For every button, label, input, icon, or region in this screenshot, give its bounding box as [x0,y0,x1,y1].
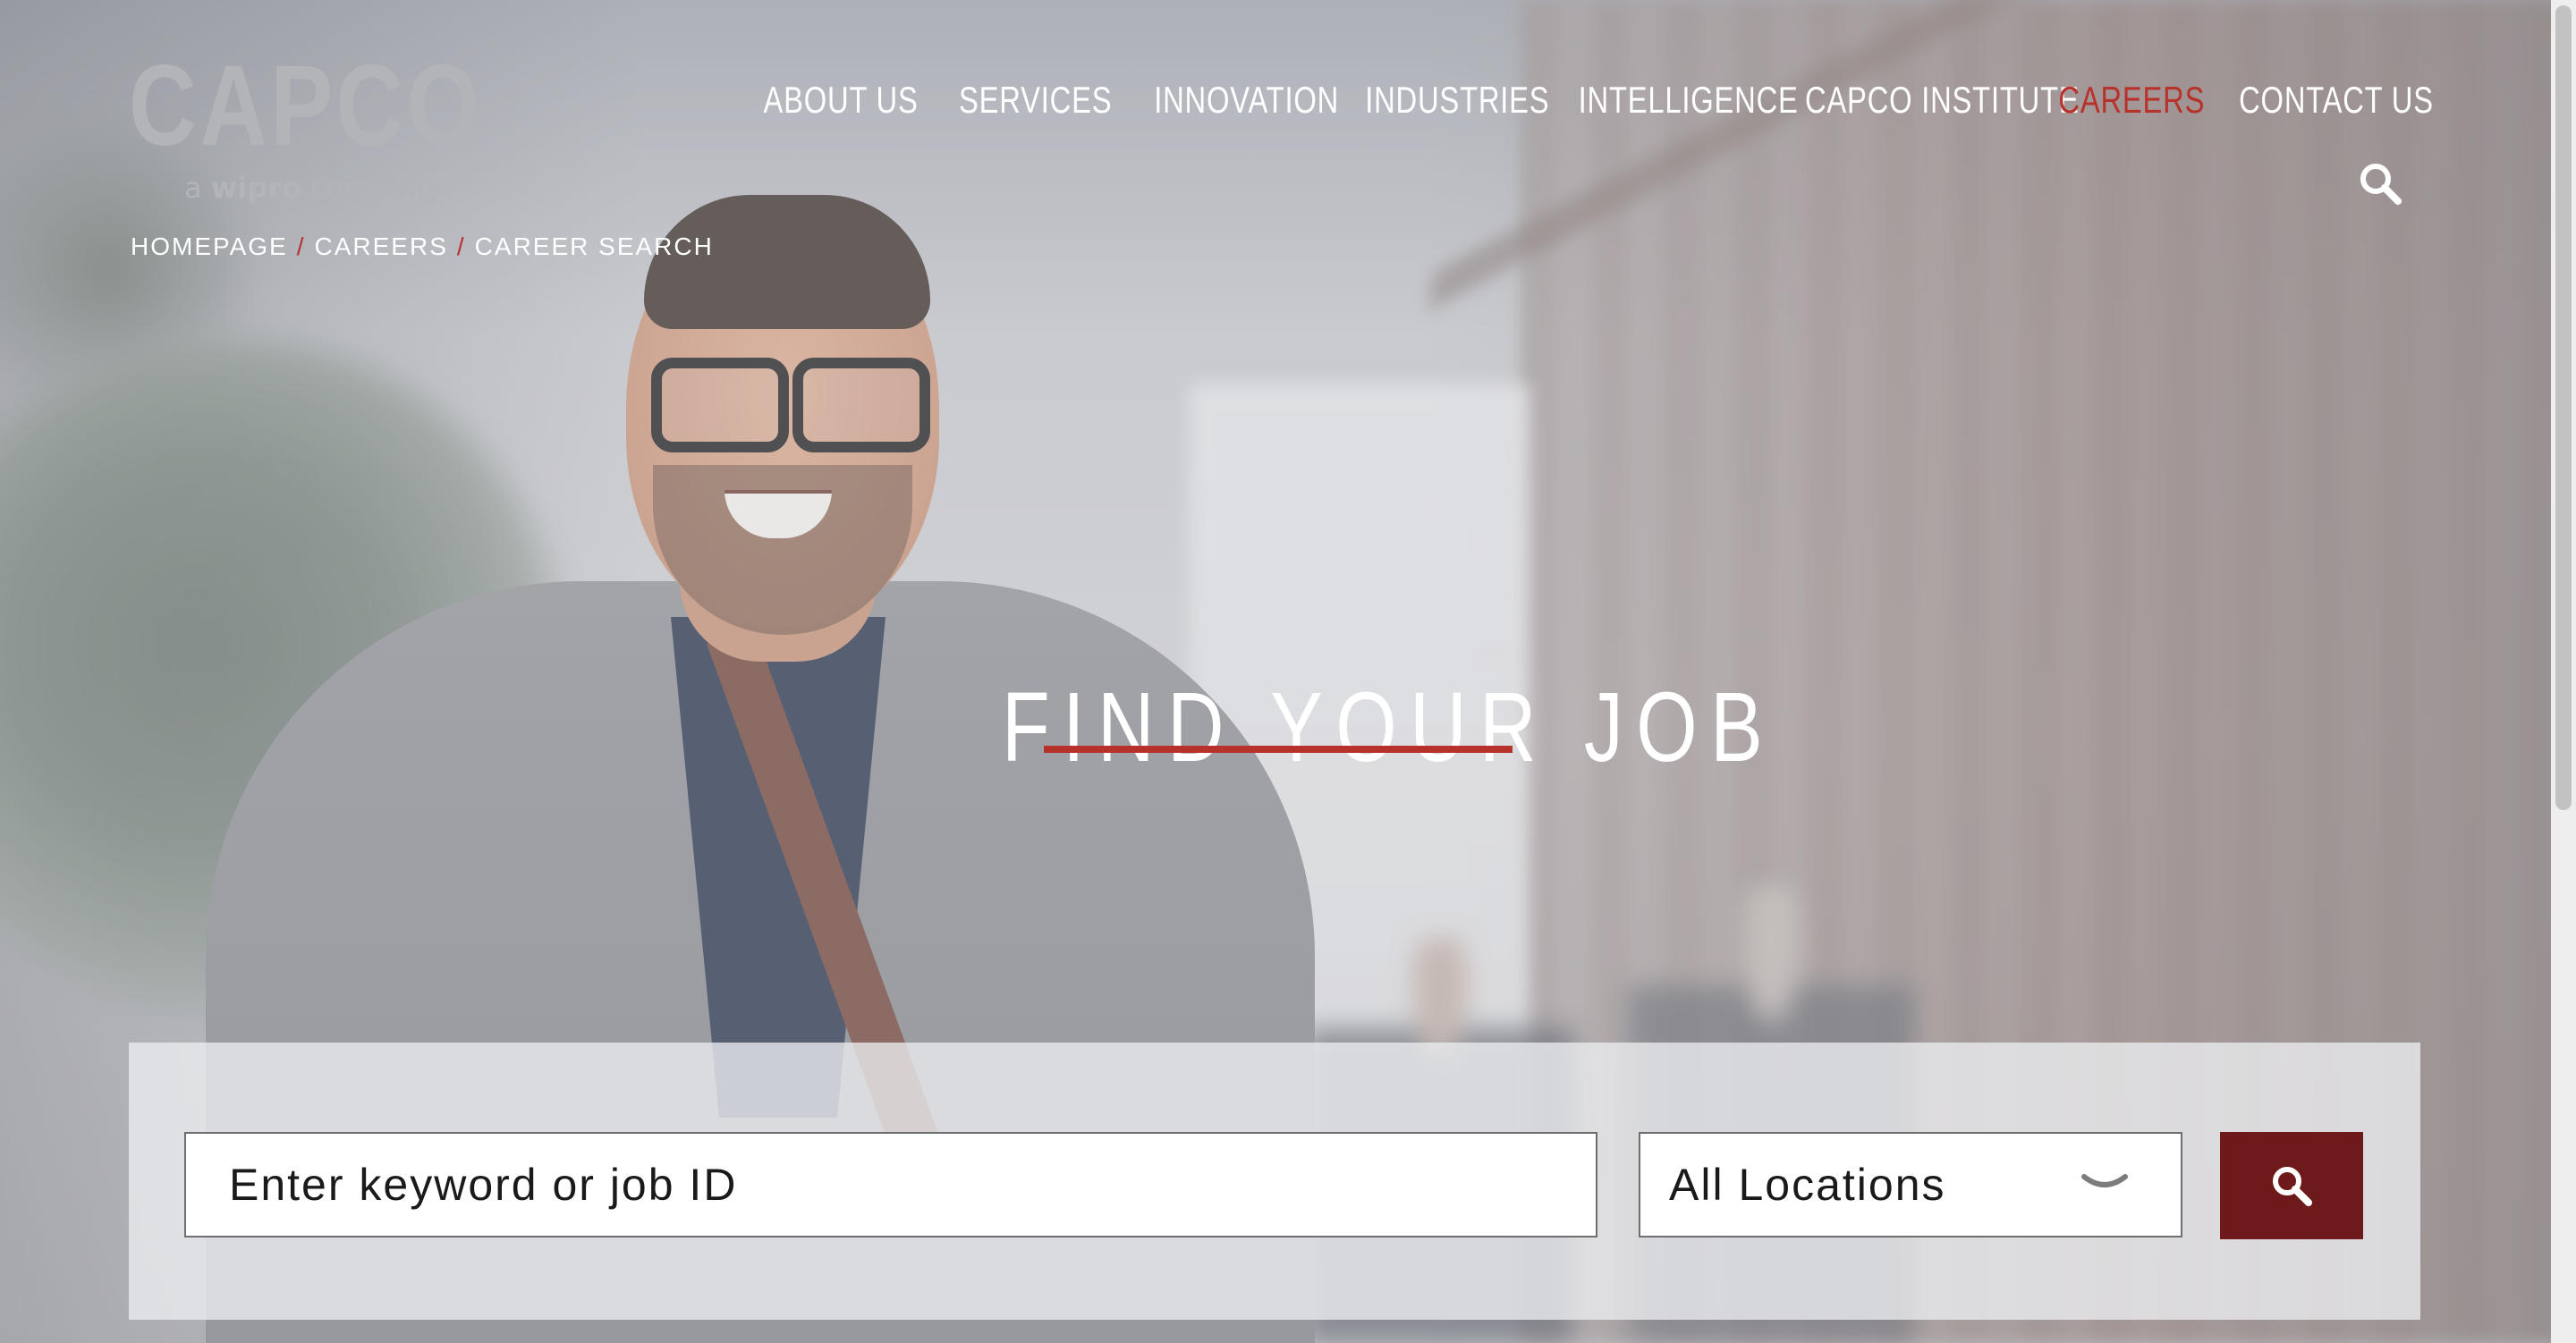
title-underline [1044,746,1513,753]
logo-tagline-suffix: company [301,171,443,205]
logo-tagline-brand: wipro [210,171,301,205]
page-title: FIND YOUR JOB [1002,672,1776,782]
search-icon[interactable] [2358,161,2402,206]
breadcrumb-separator: / [456,232,466,260]
logo-tagline: a wipro company [184,171,443,205]
nav-item-capco-institute[interactable]: CAPCO INSTITUTE [1805,79,2079,122]
search-submit-button[interactable] [2220,1132,2363,1239]
location-select-value: All Locations [1669,1160,1946,1210]
breadcrumb-homepage[interactable]: HOMEPAGE [131,232,288,261]
chevron-down-icon [2081,1174,2128,1187]
nav-item-services[interactable]: SERVICES [959,79,1112,122]
breadcrumb-careers[interactable]: CAREERS [315,232,448,261]
breadcrumb-career-search: CAREER SEARCH [474,232,714,260]
breadcrumb-separator: / [296,232,306,260]
nav-item-innovation[interactable]: INNOVATION [1154,79,1338,122]
nav-item-contact-us[interactable]: CONTACT US [2239,79,2433,122]
main-nav: ABOUT US SERVICES INNOVATION INDUSTRIES … [750,79,2434,122]
logo-tagline-prefix: a [184,171,211,205]
search-icon-glyph [2360,164,2402,205]
breadcrumb: HOMEPAGE / CAREERS / CAREER SEARCH [131,232,714,261]
search-icon [2273,1167,2312,1206]
nav-item-careers[interactable]: CAREERS [2058,79,2204,122]
page-scrollbar[interactable] [2551,0,2576,1343]
location-select[interactable]: All Locations [1639,1132,2182,1237]
capco-logo[interactable]: CAPCO a wipro company [129,42,483,206]
logo-wordmark: CAPCO [129,42,483,170]
keyword-search-input[interactable] [184,1132,1597,1237]
nav-item-about-us[interactable]: ABOUT US [764,79,918,122]
nav-item-industries[interactable]: INDUSTRIES [1365,79,1548,122]
scrollbar-thumb[interactable] [2555,5,2572,810]
nav-item-intelligence[interactable]: INTELLIGENCE [1579,79,1798,122]
